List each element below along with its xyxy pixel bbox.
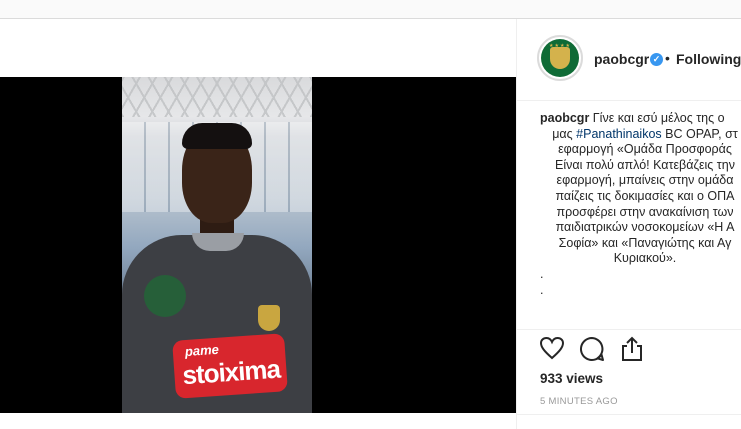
gym-ceiling: [122, 77, 312, 117]
caption-line-1: paobcgr Γίνε και εσύ μέλος της ο: [540, 111, 741, 127]
sponsor-line-2: stoixima: [181, 353, 281, 391]
views-count[interactable]: 933 views: [540, 371, 603, 386]
caption-line-4: Είναι πολύ απλό! Κατεβάζεις την: [555, 157, 735, 172]
hashtag-link[interactable]: #Panathinaikos: [576, 127, 661, 141]
caption-text-1: Γίνε και εσύ μέλος της ο: [592, 111, 725, 125]
club-badge: [258, 305, 280, 331]
player-hair: [182, 123, 252, 149]
avatar-crest: [550, 47, 570, 69]
post-sidebar: ★★★★ paobcgr ✓ • Following paobcgr Γίνε …: [516, 19, 741, 429]
caption-line-11: .: [540, 266, 544, 281]
divider: [517, 414, 741, 415]
avatar[interactable]: ★★★★: [537, 35, 583, 81]
sponsor-line-1: pame: [184, 341, 220, 360]
caption-line-5: εφαρμογή, μπαίνεις στην ομάδα: [556, 173, 734, 188]
top-navbar: [0, 0, 741, 19]
post-video[interactable]: pame stoixima: [0, 77, 516, 413]
post-timestamp[interactable]: 5 MINUTES AGO: [540, 396, 618, 407]
caption-line-8: παιδιατρικών νοσοκομείων «Η Α: [555, 220, 735, 235]
following-button[interactable]: Following: [676, 51, 741, 67]
post-header: ★★★★ paobcgr ✓ • Following: [517, 19, 741, 101]
divider: [517, 329, 741, 330]
share-icon[interactable]: [619, 336, 647, 364]
shamrock-logo: [144, 275, 186, 317]
username-link[interactable]: paobcgr: [594, 51, 649, 67]
heart-icon[interactable]: [539, 336, 567, 364]
caption-line-10: Κυριακού».: [613, 251, 677, 266]
sponsor-logo: pame stoixima: [172, 333, 288, 399]
caption-line-7: προσφέρει στην ανακαίνιση των: [556, 204, 734, 219]
verified-badge-icon: ✓: [650, 53, 663, 66]
avatar-ring: ★★★★: [541, 39, 579, 77]
caption-line-2: μας #Panathinaikos BC OPAP, στ: [552, 126, 738, 141]
caption-line-3: εφαρμογή «Ομάδα Προσφοράς: [558, 142, 732, 157]
caption-line-9: Σοφία» και «Παναγιώτης και Αγ: [558, 235, 732, 250]
caption-line-12: .: [540, 282, 544, 297]
post-caption: paobcgr Γίνε και εσύ μέλος της ο μας #Pa…: [540, 111, 741, 298]
video-frame: pame stoixima: [122, 77, 312, 413]
separator-dot: •: [665, 50, 670, 66]
caption-username[interactable]: paobcgr: [540, 111, 589, 125]
caption-line-6: παίζεις τις δοκιμασίες και ο ΟΠΑ: [555, 188, 735, 203]
comment-icon[interactable]: [579, 336, 607, 364]
